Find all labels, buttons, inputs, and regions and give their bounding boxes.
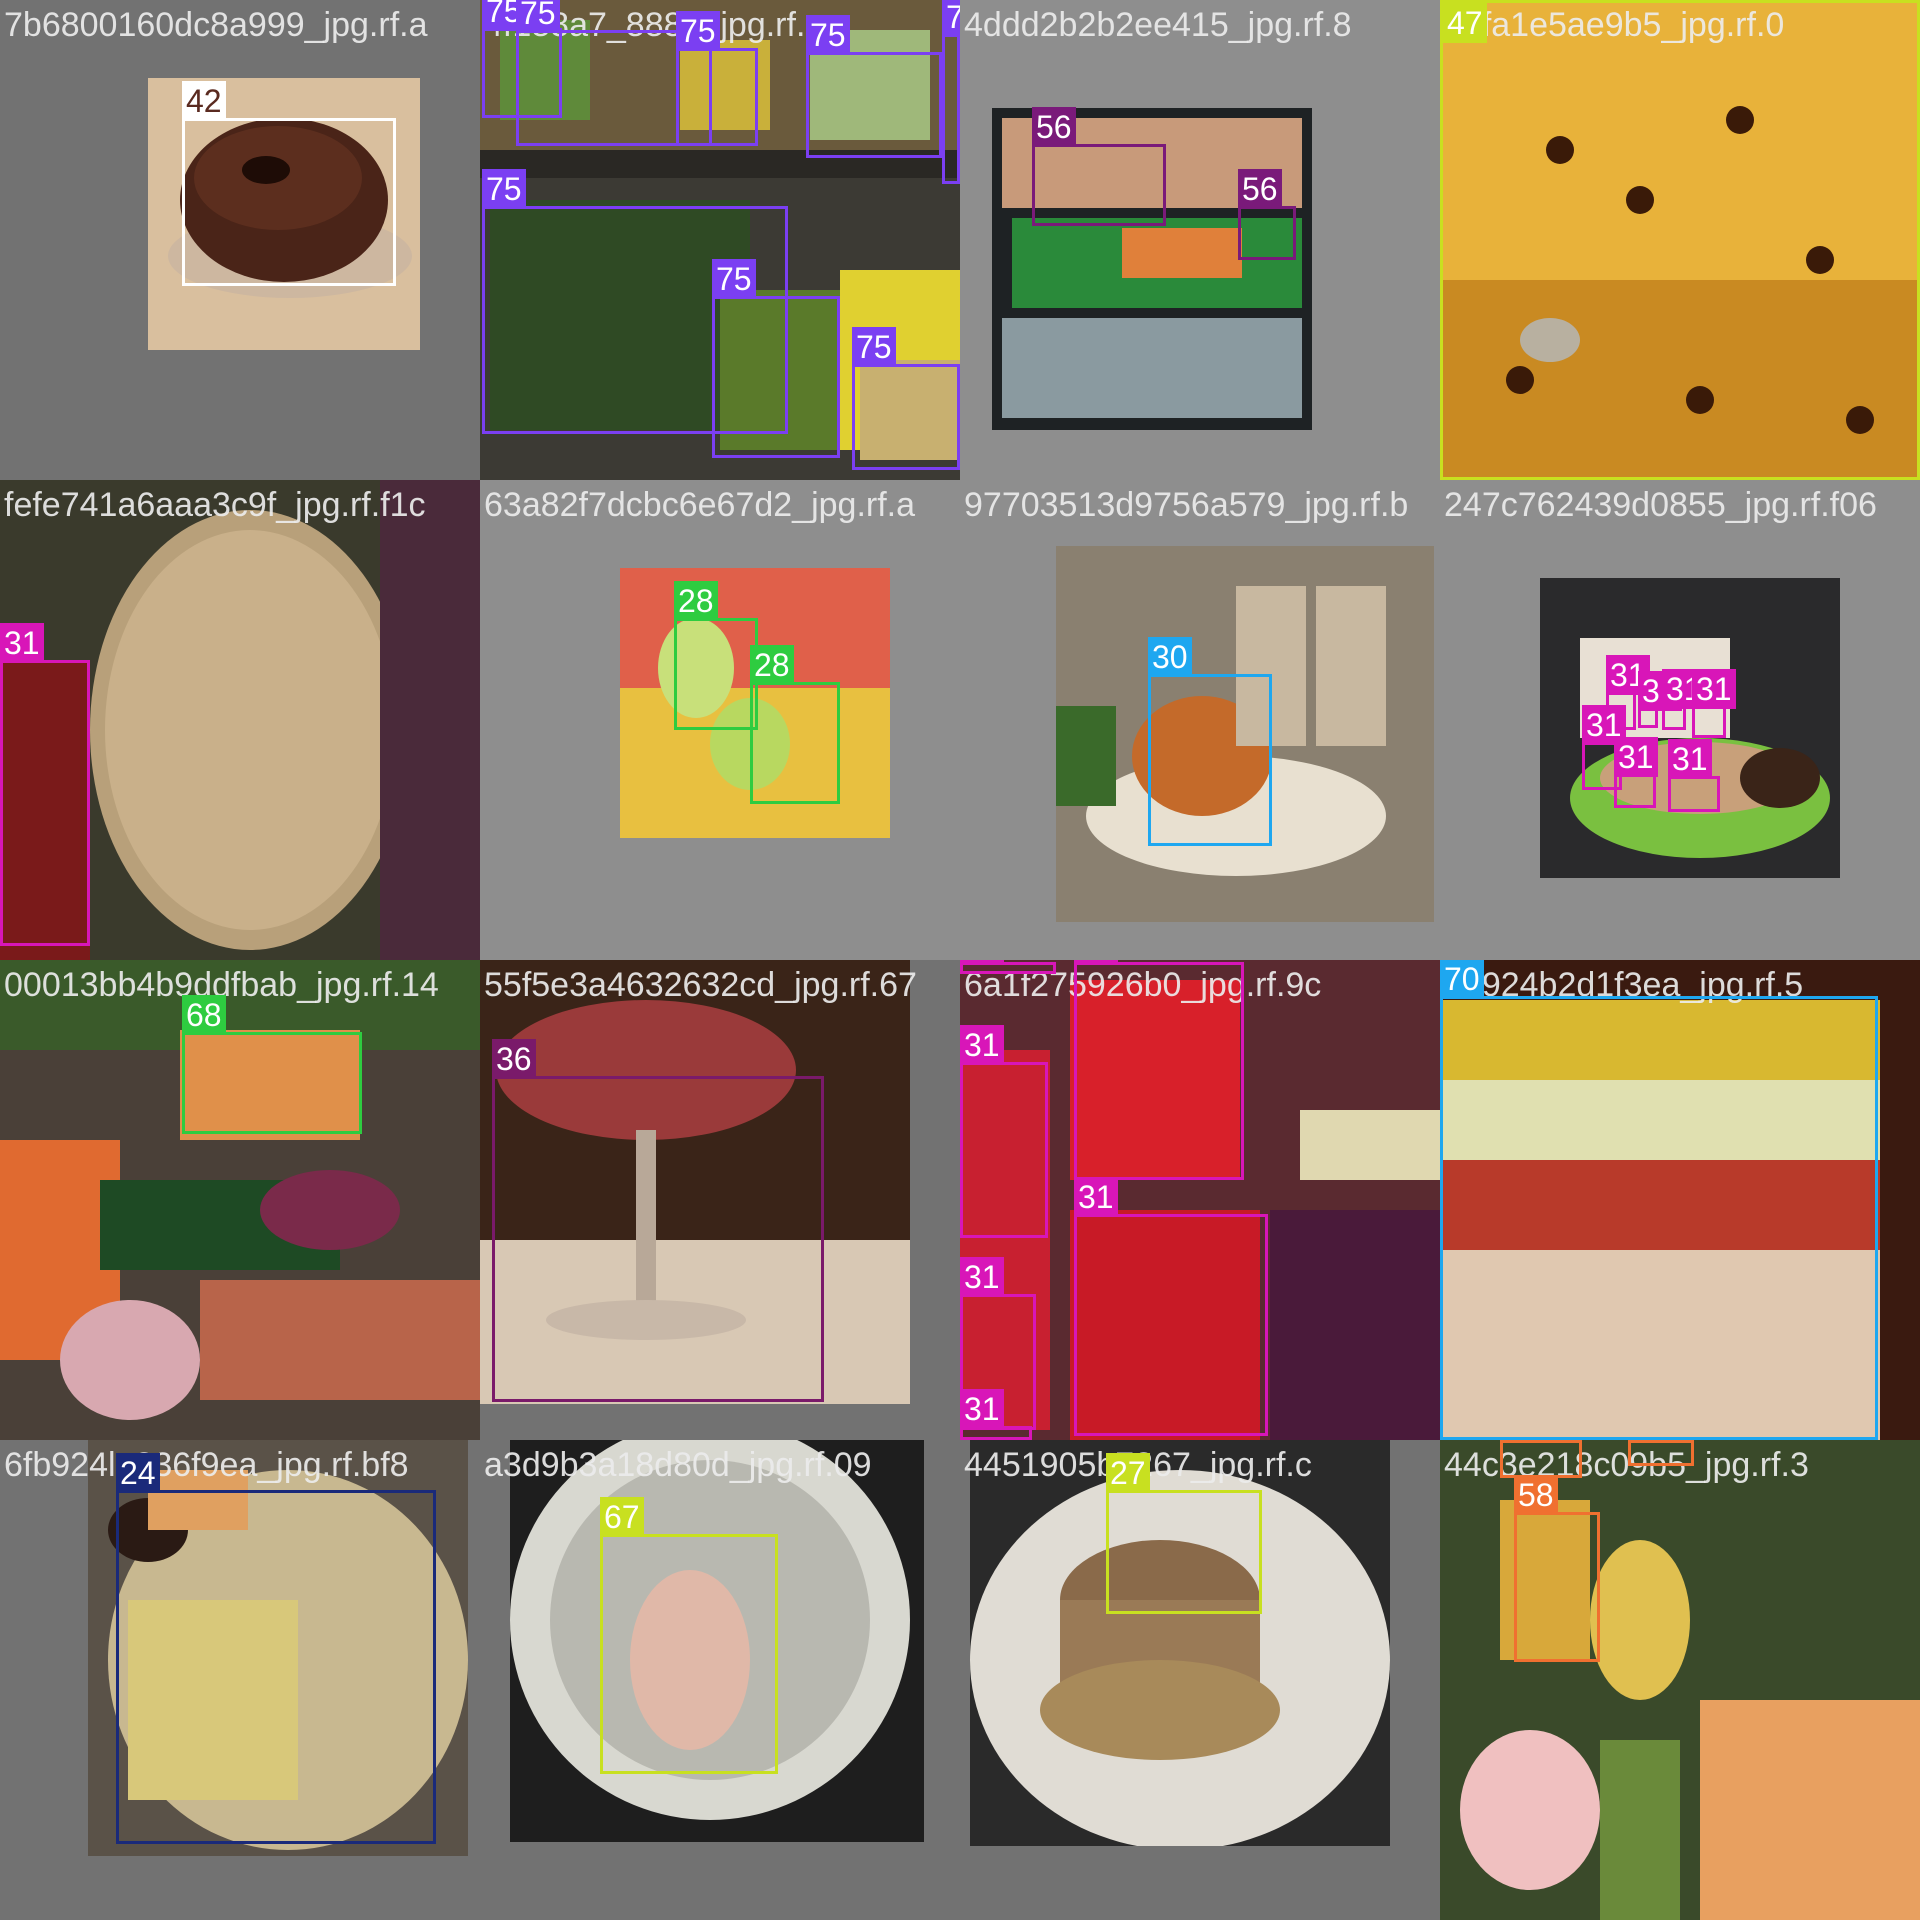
bbox: 31 bbox=[1638, 671, 1682, 728]
bbox: 42 bbox=[182, 81, 396, 286]
tile-honeycomb: 05fa1e5ae9b5_jpg.rf.0 47 bbox=[1440, 0, 1920, 480]
bbox: 58 bbox=[1514, 1475, 1600, 1662]
bbox: 31 bbox=[1668, 739, 1720, 812]
bbox-label: 47 bbox=[1443, 3, 1487, 43]
bbox-label: 68 bbox=[182, 995, 226, 1035]
bbox: 31 bbox=[960, 1025, 1048, 1238]
mosaic-grid: 7b6800160dc8a999_jpg.rf.a 42 4f188a7_888… bbox=[0, 0, 1920, 1920]
bbox: 31 bbox=[1614, 737, 1658, 808]
bbox: 31 bbox=[0, 623, 90, 946]
bbox-label: 75 bbox=[942, 0, 960, 37]
bbox-label: 75 bbox=[852, 327, 896, 367]
tile-filename: 63a82f7dcbc6e67d2_jpg.rf.a bbox=[484, 486, 916, 524]
tile-cake: 7b6800160dc8a999_jpg.rf.a 42 bbox=[0, 0, 480, 480]
tile-filename: 7b6800160dc8a999_jpg.rf.a bbox=[4, 6, 428, 44]
bbox-label: 28 bbox=[750, 645, 794, 685]
bbox-label: 31 bbox=[960, 1025, 1004, 1065]
tile-filename: 44c3e218c09b5_jpg.rf.3 bbox=[1444, 1446, 1809, 1484]
tile-filename: 4ddd2b2b2ee415_jpg.rf.8 bbox=[964, 6, 1352, 44]
tile-pancakes: 4451905b7267_jpg.rf.c 27 bbox=[960, 1440, 1440, 1920]
bbox: 31 bbox=[1074, 960, 1244, 1180]
tile-market: 4f188a7_8884_jpg.rf. 75 75 75 75 75 75 7… bbox=[480, 0, 960, 480]
bbox: 56 bbox=[1238, 169, 1296, 260]
tile-fruit-carving: 44c3e218c09b5_jpg.rf.3 58 58 58 bbox=[1440, 1440, 1920, 1920]
bbox: 28 bbox=[750, 645, 840, 804]
tile-filename: 97703513d9756a579_jpg.rf.b bbox=[964, 486, 1409, 524]
bbox: 31 bbox=[960, 1389, 1032, 1440]
bbox: 24 bbox=[116, 1453, 436, 1844]
tile-filename: a3d9b3a18d80d_jpg.rf.09 bbox=[484, 1446, 872, 1484]
bbox: 75 bbox=[852, 327, 960, 470]
bbox-label: 42 bbox=[182, 81, 226, 121]
tile-pears: 63a82f7dcbc6e67d2_jpg.rf.a 28 28 bbox=[480, 480, 960, 960]
bbox: 28 bbox=[674, 581, 758, 730]
tile-strawberries: 6a1f275926b0_jpg.rf.9c 31 31 31 31 31 31 bbox=[960, 960, 1440, 1440]
bbox-label: 31 bbox=[1692, 669, 1736, 709]
tile-filename: 247c762439d0855_jpg.rf.f06 bbox=[1444, 486, 1877, 524]
bbox-label: 31 bbox=[960, 1257, 1004, 1297]
tile-pretzel: 97703513d9756a579_jpg.rf.b 30 bbox=[960, 480, 1440, 960]
bbox: 75 bbox=[676, 11, 758, 146]
bbox-label: 36 bbox=[492, 1039, 536, 1079]
tile-filename: 55f5e3a4632632cd_jpg.rf.67 bbox=[484, 966, 917, 1004]
bbox-label: 75 bbox=[516, 0, 560, 33]
bbox-label: 31 bbox=[960, 960, 1004, 965]
tile-seafood-soup: a3d9b3a18d80d_jpg.rf.09 67 bbox=[480, 1440, 960, 1920]
bbox: 58 bbox=[1628, 1440, 1694, 1466]
bbox: 68 bbox=[182, 995, 362, 1134]
bbox: 31 bbox=[960, 960, 1056, 974]
bbox-label: 75 bbox=[806, 15, 850, 55]
bbox-label: 56 bbox=[1032, 107, 1076, 147]
tile-filename: fefe741a6aaa3c9f_jpg.rf.f1c bbox=[4, 486, 426, 524]
bbox-label: 58 bbox=[1514, 1475, 1558, 1515]
bbox: 27 bbox=[1106, 1453, 1262, 1614]
bbox: 31 bbox=[1662, 669, 1706, 730]
bbox-label: 70 bbox=[1440, 960, 1484, 999]
bbox: 58 bbox=[1500, 1440, 1582, 1478]
photo-fruit-display bbox=[1440, 1440, 1920, 1920]
bbox-label: 28 bbox=[674, 581, 718, 621]
tile-dessert: 6fb924le236f9ea_jpg.rf.bf8 24 bbox=[0, 1440, 480, 1920]
bbox-label: 31 bbox=[960, 1389, 1004, 1429]
bbox: 30 bbox=[1148, 637, 1272, 846]
bbox-label: 67 bbox=[600, 1497, 644, 1537]
bbox-label: 30 bbox=[1148, 637, 1192, 677]
bbox-label: 31 bbox=[1614, 737, 1658, 777]
tile-nutra-cookie: 247c762439d0855_jpg.rf.f06 31 31 31 31 3… bbox=[1440, 480, 1920, 960]
tile-cocktail: 55f5e3a4632632cd_jpg.rf.67 36 bbox=[480, 960, 960, 1440]
tile-pastry-case: 4ddd2b2b2ee415_jpg.rf.8 56 56 bbox=[960, 0, 1440, 480]
tile-vegetables: 00013bb4b9ddfbab_jpg.rf.14 68 bbox=[0, 960, 480, 1440]
bbox-label: 31 bbox=[1074, 960, 1118, 965]
bbox: 70 bbox=[1440, 960, 1878, 1440]
tile-filename: 6fb924le236f9ea_jpg.rf.bf8 bbox=[4, 1446, 409, 1484]
bbox: 47 bbox=[1440, 0, 1920, 480]
bbox: 31 bbox=[1692, 669, 1736, 738]
bbox-label: 24 bbox=[116, 1453, 160, 1493]
bbox: 31 bbox=[1074, 1177, 1268, 1436]
bbox: 75 bbox=[942, 0, 960, 184]
bbox-label: 58 bbox=[1500, 1440, 1544, 1443]
bbox-label: 27 bbox=[1106, 1453, 1150, 1493]
bbox-label: 75 bbox=[676, 11, 720, 51]
bbox-label: 75 bbox=[482, 169, 526, 209]
bbox-label: 56 bbox=[1238, 169, 1282, 209]
tile-grains: fefe741a6aaa3c9f_jpg.rf.f1c 31 bbox=[0, 480, 480, 960]
bbox-label: 58 bbox=[1628, 1440, 1672, 1443]
bbox: 67 bbox=[600, 1497, 778, 1774]
bbox: 75 bbox=[806, 15, 942, 158]
tile-sandwich: a2924b2d1f3ea_jpg.rf.5 70 bbox=[1440, 960, 1920, 1440]
bbox-label: 75 bbox=[712, 259, 756, 299]
bbox: 36 bbox=[492, 1039, 824, 1402]
bbox: 56 bbox=[1032, 107, 1166, 226]
bbox-label: 31 bbox=[1668, 739, 1712, 779]
bbox-label: 31 bbox=[0, 623, 44, 663]
bbox-label: 31 bbox=[1074, 1177, 1118, 1217]
bbox: 75 bbox=[712, 259, 840, 458]
